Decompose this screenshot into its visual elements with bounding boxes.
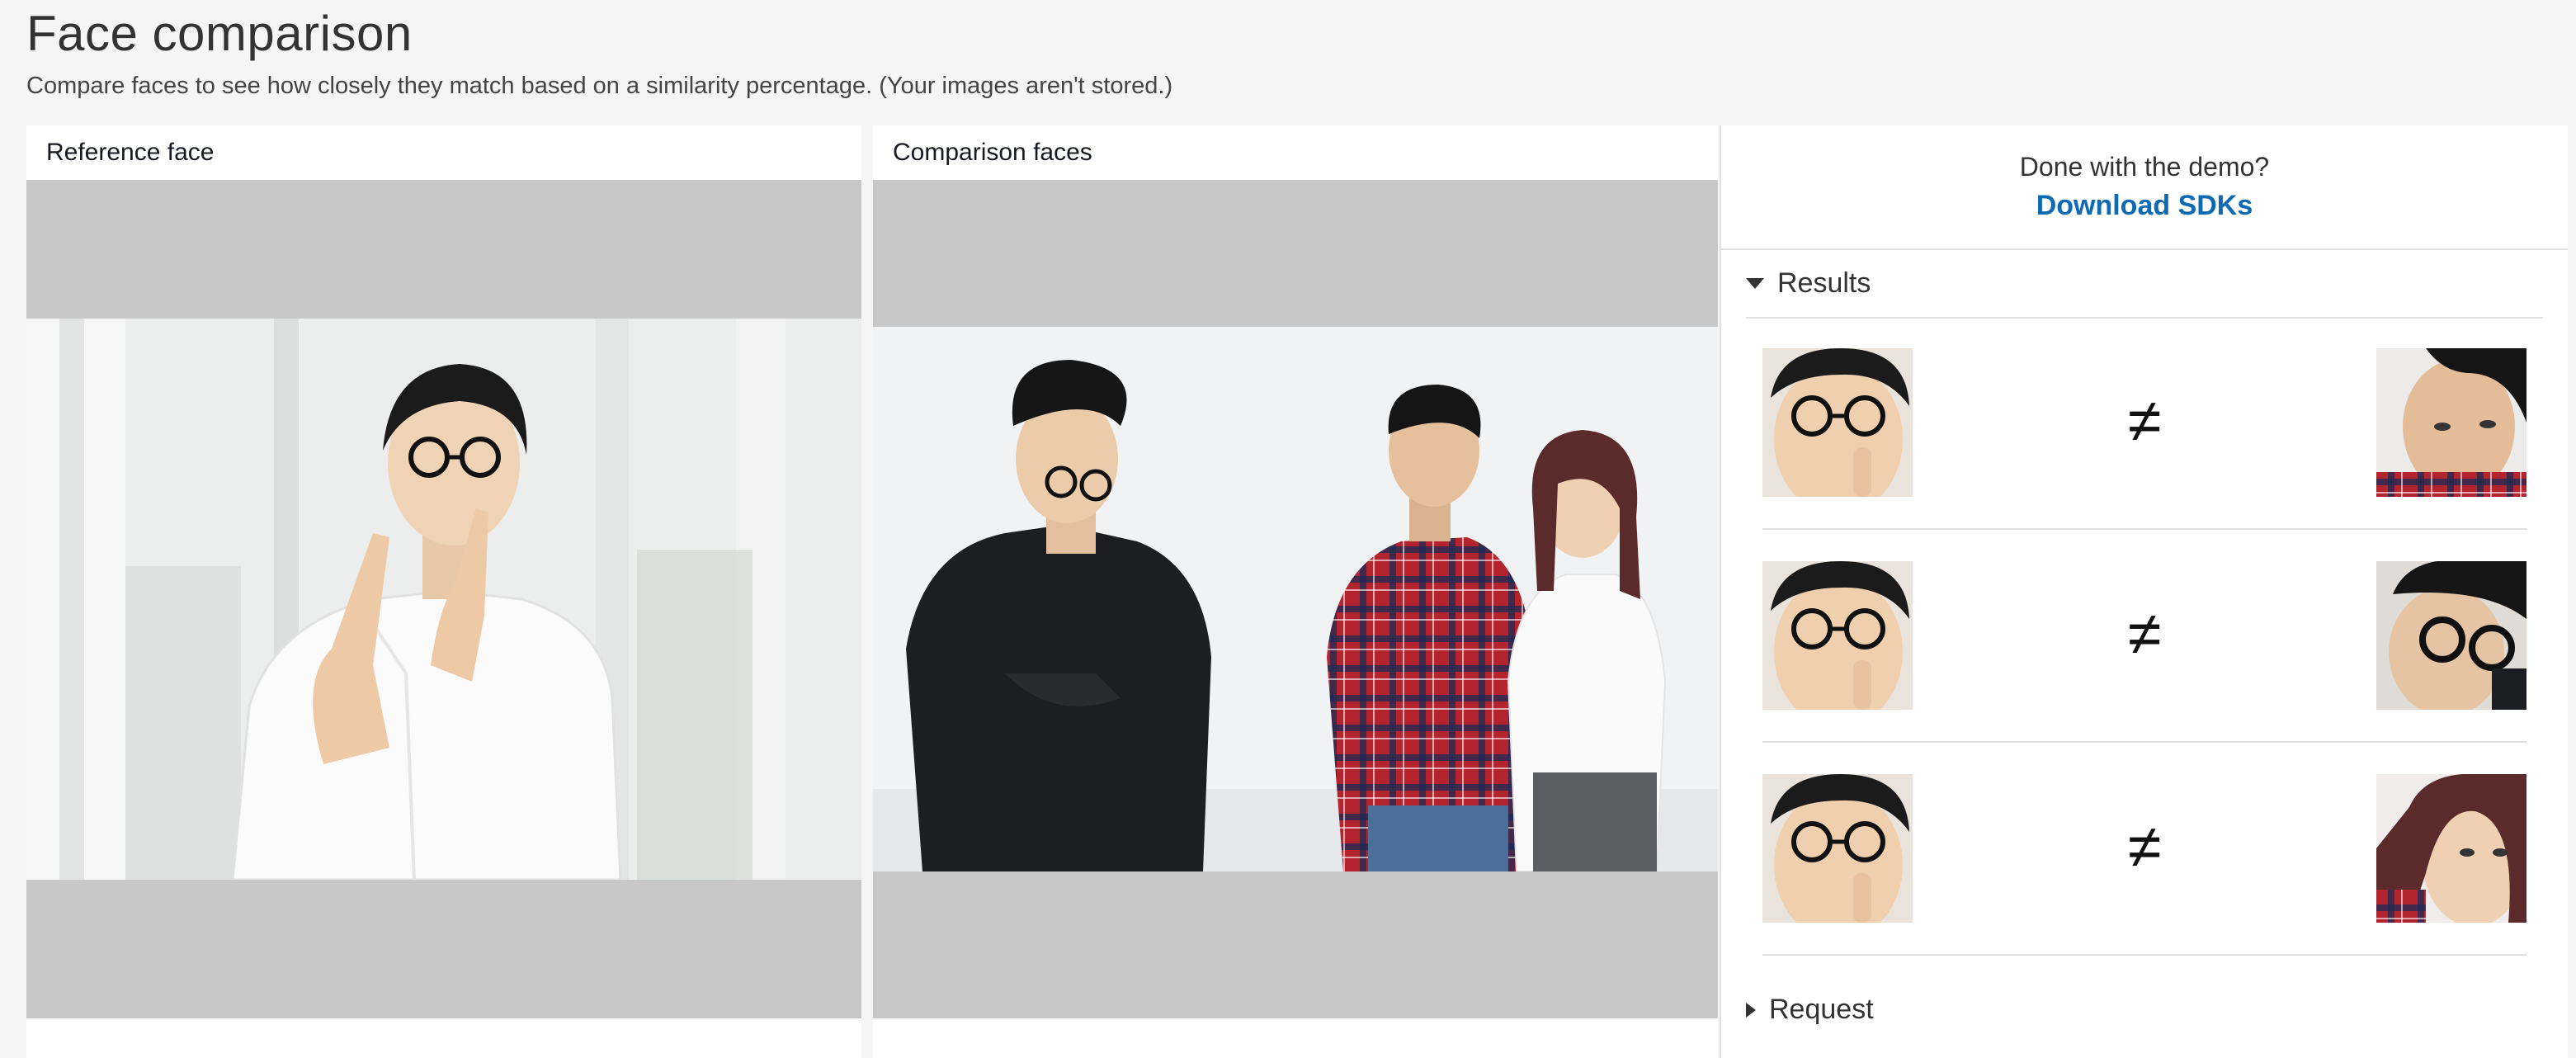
comparison-photo: [873, 327, 1718, 871]
results-sidebar: Done with the demo? Download SDKs Result…: [1720, 125, 2568, 1058]
result-divider: [1762, 528, 2526, 530]
request-section-toggle[interactable]: Request: [1746, 994, 1874, 1026]
result-row: ≠: [1762, 774, 2526, 956]
not-equal-icon: ≠: [2127, 812, 2162, 881]
comparison-faces-label: Comparison faces: [893, 139, 1092, 166]
result-divider: [1762, 954, 2526, 956]
result-divider: [1762, 741, 2526, 743]
page-subtitle: Compare faces to see how closely they ma…: [26, 73, 1173, 99]
results-label: Results: [1777, 267, 1871, 299]
download-sdks-link[interactable]: Download SDKs: [1721, 190, 2568, 222]
comparison-image-dropzone[interactable]: [873, 180, 1718, 1018]
result-row: ≠: [1762, 561, 2526, 743]
results-divider: [1746, 317, 2543, 319]
result-row: ≠: [1762, 348, 2526, 530]
reference-photo: [26, 319, 861, 880]
reference-face-label: Reference face: [46, 139, 215, 166]
not-equal-icon: ≠: [2127, 599, 2162, 668]
request-label: Request: [1769, 994, 1874, 1025]
caret-right-icon: [1746, 1002, 1756, 1018]
reference-face-thumbnail: [1762, 774, 1913, 923]
comparison-faces-panel: Comparison faces: [873, 125, 1718, 1058]
reference-face-panel: Reference face: [26, 125, 861, 1058]
comparison-face-thumbnail: [2376, 348, 2526, 497]
demo-question: Done with the demo?: [2019, 152, 2270, 182]
caret-down-icon: [1746, 278, 1764, 289]
reference-image-dropzone[interactable]: [26, 180, 861, 1018]
results-section-toggle[interactable]: Results: [1746, 267, 1871, 300]
reference-face-thumbnail: [1762, 348, 1913, 497]
not-equal-icon: ≠: [2127, 386, 2162, 455]
comparison-face-thumbnail: [2376, 774, 2526, 923]
reference-face-thumbnail: [1762, 561, 1913, 710]
comparison-face-thumbnail: [2376, 561, 2526, 710]
sidebar-divider: [1721, 248, 2568, 250]
page-title: Face comparison: [26, 6, 413, 61]
